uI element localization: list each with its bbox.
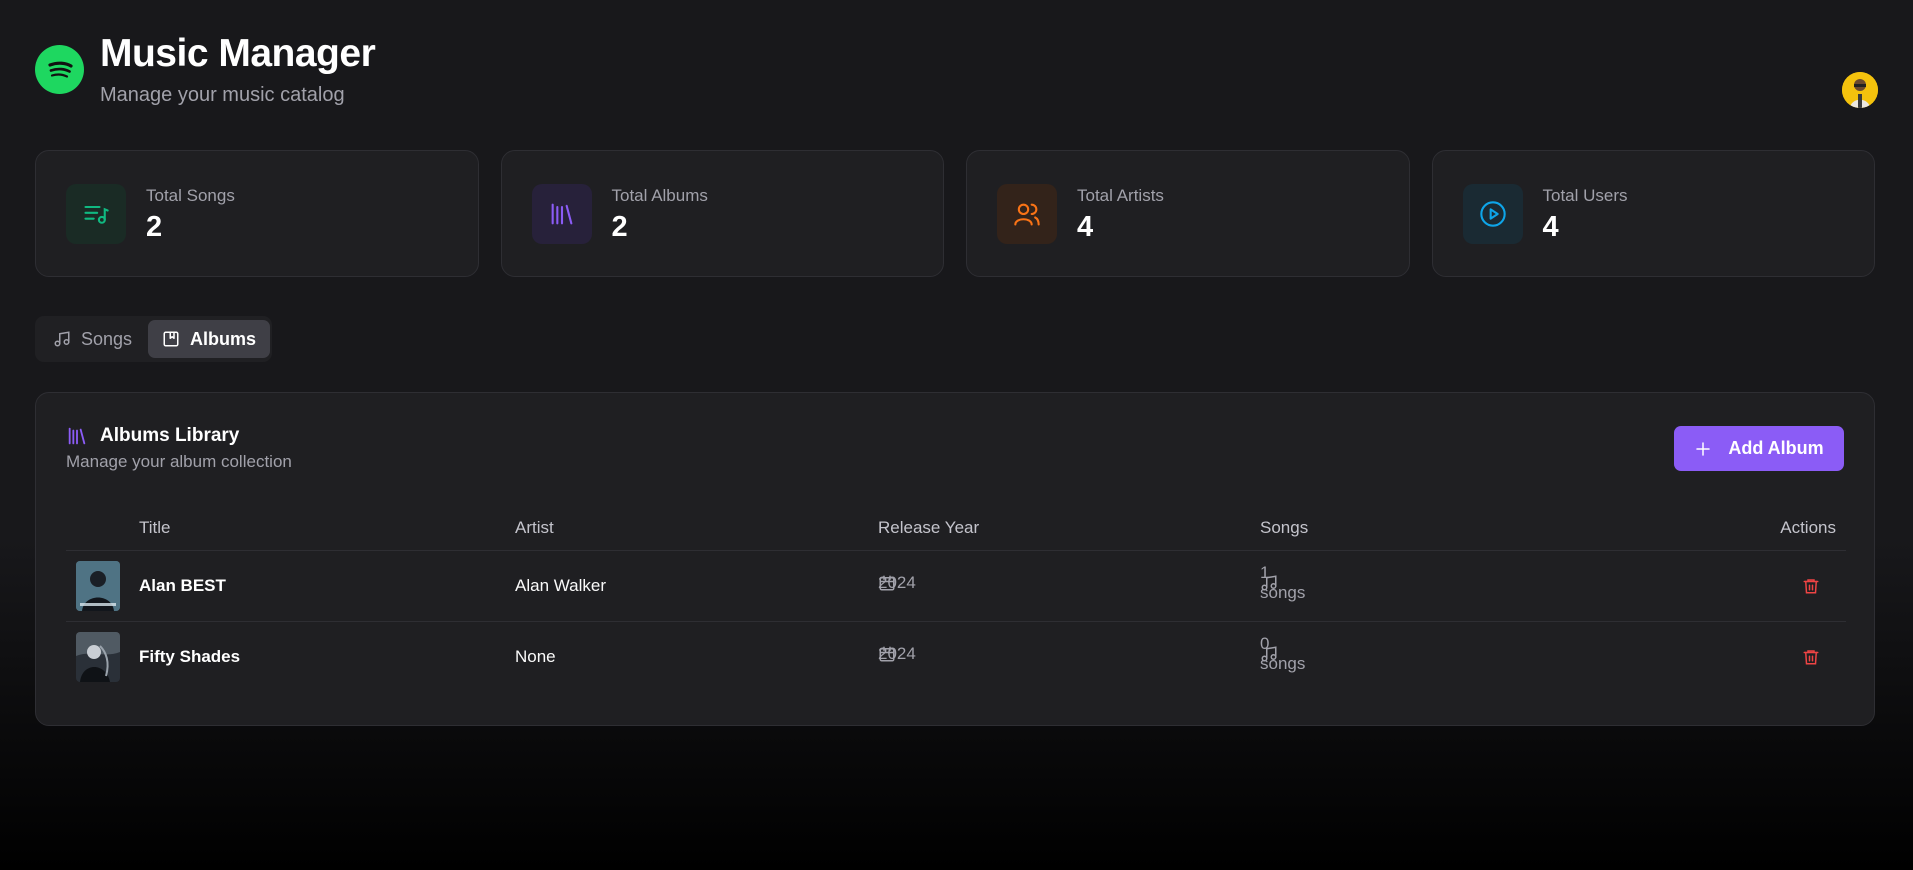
tab-albums[interactable]: Albums bbox=[148, 320, 271, 358]
stat-card-users: Total Users 4 bbox=[1431, 150, 1875, 277]
album-title: Fifty Shades bbox=[139, 647, 241, 666]
column-header-artist: Artist bbox=[515, 518, 554, 537]
album-title: Alan BEST bbox=[139, 576, 226, 595]
spotify-logo-icon[interactable] bbox=[35, 45, 84, 94]
album-cover-image bbox=[76, 632, 120, 682]
stat-value: 4 bbox=[1077, 211, 1094, 243]
tab-albums-label: Albums bbox=[190, 328, 257, 349]
table-row[interactable]: Alan BEST Alan Walker 2024 1 songs bbox=[66, 551, 1846, 622]
panel-subtitle: Manage your album collection bbox=[66, 452, 292, 471]
stat-card-albums: Total Albums 2 bbox=[500, 150, 944, 277]
album-release-year: 2024 bbox=[878, 573, 916, 592]
panel-title-text: Albums Library bbox=[100, 425, 240, 446]
app-header: Music Manager Manage your music catalog bbox=[35, 28, 1878, 118]
tab-songs-label: Songs bbox=[81, 328, 133, 349]
albums-panel: Albums Library Manage your album collect… bbox=[35, 392, 1875, 726]
library-icon bbox=[68, 427, 86, 445]
list-music-icon bbox=[66, 184, 126, 244]
stats-row: Total Songs 2 Total Albums 2 Total Artis… bbox=[35, 150, 1875, 277]
play-circle-icon bbox=[1462, 184, 1523, 244]
stat-card-artists: Total Artists 4 bbox=[966, 150, 1410, 277]
album-artist: Alan Walker bbox=[515, 576, 607, 595]
plus-icon bbox=[1696, 441, 1711, 456]
album-year-text: 2024 bbox=[878, 573, 916, 592]
users-icon bbox=[997, 184, 1057, 244]
album-release-year: 2024 bbox=[878, 644, 916, 663]
album-songs-text: 0 songs bbox=[1260, 634, 1306, 673]
panel-title: Albums Library bbox=[66, 425, 239, 447]
stat-label: Total Artists bbox=[1077, 186, 1164, 205]
user-avatar[interactable] bbox=[1842, 72, 1878, 108]
stat-label: Total Songs bbox=[146, 186, 235, 205]
stat-label: Total Albums bbox=[611, 186, 708, 205]
album-song-count: 1 songs bbox=[1260, 563, 1305, 602]
album-year-text: 2024 bbox=[878, 644, 916, 663]
album-artist: None bbox=[515, 647, 556, 666]
page-subtitle: Manage your music catalog bbox=[100, 84, 345, 106]
stat-value: 4 bbox=[1542, 211, 1559, 243]
table-row[interactable]: Fifty Shades None 2024 0 songs bbox=[66, 622, 1846, 693]
column-header-actions: Actions bbox=[1780, 518, 1836, 537]
add-album-button[interactable]: Add Album bbox=[1674, 426, 1844, 471]
tab-songs[interactable]: Songs bbox=[39, 320, 146, 358]
delete-album-button[interactable] bbox=[1798, 573, 1824, 599]
album-song-count: 0 songs bbox=[1260, 634, 1305, 673]
library-icon bbox=[531, 184, 592, 244]
albums-table: Title Artist Release Year Songs Actions … bbox=[66, 505, 1846, 693]
album-icon bbox=[163, 331, 179, 347]
album-cover-image bbox=[76, 561, 120, 611]
trash-icon bbox=[1803, 579, 1819, 594]
stat-label: Total Users bbox=[1542, 186, 1628, 205]
music-note-icon bbox=[54, 331, 70, 347]
column-header-title: Title bbox=[139, 518, 171, 537]
delete-album-button[interactable] bbox=[1798, 644, 1824, 670]
column-header-release-year: Release Year bbox=[878, 518, 980, 537]
add-album-label: Add Album bbox=[1728, 438, 1824, 458]
view-tabs: Songs Albums bbox=[35, 316, 272, 362]
table-header: Title Artist Release Year Songs Actions bbox=[66, 505, 1846, 551]
trash-icon bbox=[1803, 650, 1819, 665]
stat-value: 2 bbox=[146, 211, 163, 243]
page-title: Music Manager bbox=[100, 32, 376, 75]
column-header-songs: Songs bbox=[1260, 518, 1309, 537]
album-songs-text: 1 songs bbox=[1260, 563, 1306, 602]
stat-card-songs: Total Songs 2 bbox=[35, 150, 479, 277]
stat-value: 2 bbox=[611, 211, 628, 243]
